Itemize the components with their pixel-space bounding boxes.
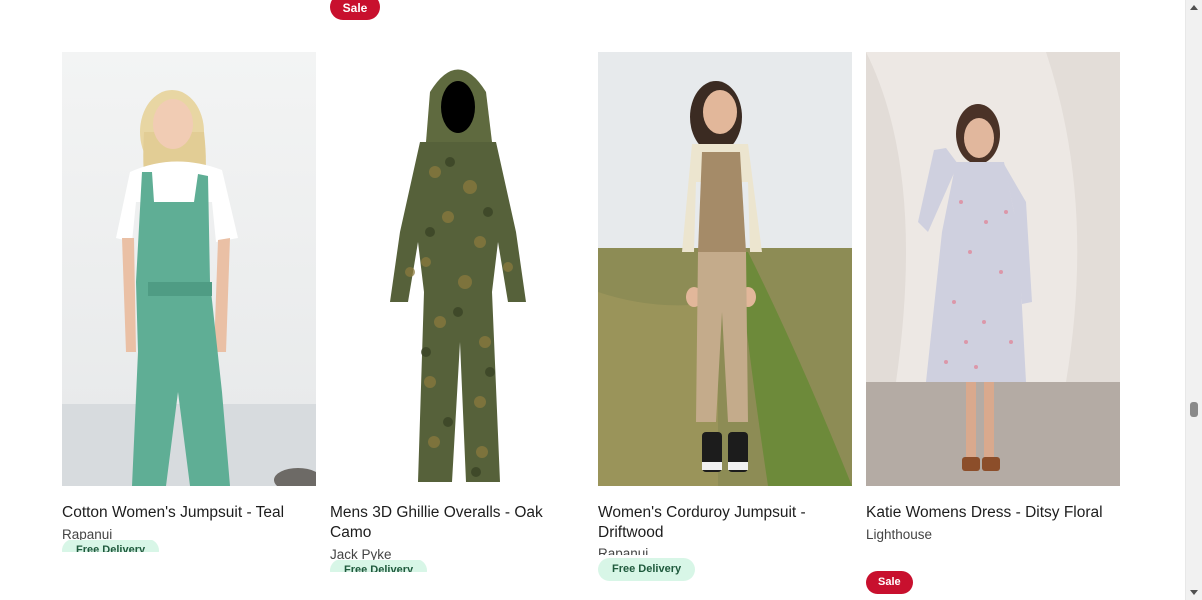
product-title[interactable]: Women's Corduroy Jumpsuit - Driftwood: [598, 503, 853, 543]
free-delivery-badge: Free Delivery: [330, 560, 428, 572]
product-brand: Lighthouse: [866, 527, 933, 542]
scroll-up-icon[interactable]: [1190, 5, 1198, 10]
product-image[interactable]: [598, 52, 852, 486]
free-delivery-badge: Free Delivery: [62, 540, 160, 552]
product-grid: Sale Cotton Women's Jumpsuit - Teal Rapa…: [0, 0, 1186, 600]
product-image[interactable]: [62, 52, 316, 486]
free-delivery-badge: Free Delivery: [598, 558, 696, 581]
sale-badge: Sale: [866, 571, 913, 594]
vertical-scrollbar[interactable]: [1185, 0, 1202, 600]
product-image[interactable]: [330, 52, 584, 486]
scroll-thumb[interactable]: [1190, 402, 1198, 417]
product-title[interactable]: Mens 3D Ghillie Overalls - Oak Camo: [330, 503, 585, 543]
sale-badge: Sale: [330, 0, 380, 20]
product-title[interactable]: Cotton Women's Jumpsuit - Teal: [62, 503, 317, 523]
product-card[interactable]: Katie Womens Dress - Ditsy Floral Lighth…: [866, 52, 1121, 594]
product-card[interactable]: Mens 3D Ghillie Overalls - Oak Camo Jack…: [330, 52, 585, 572]
scroll-down-icon[interactable]: [1190, 590, 1198, 595]
product-image[interactable]: [866, 52, 1120, 486]
product-card[interactable]: Women's Corduroy Jumpsuit - Driftwood Ra…: [598, 52, 853, 581]
product-title[interactable]: Katie Womens Dress - Ditsy Floral: [866, 503, 1121, 523]
product-card[interactable]: Cotton Women's Jumpsuit - Teal Rapanui F…: [62, 52, 317, 552]
product-brand: Rapanui: [598, 546, 649, 555]
